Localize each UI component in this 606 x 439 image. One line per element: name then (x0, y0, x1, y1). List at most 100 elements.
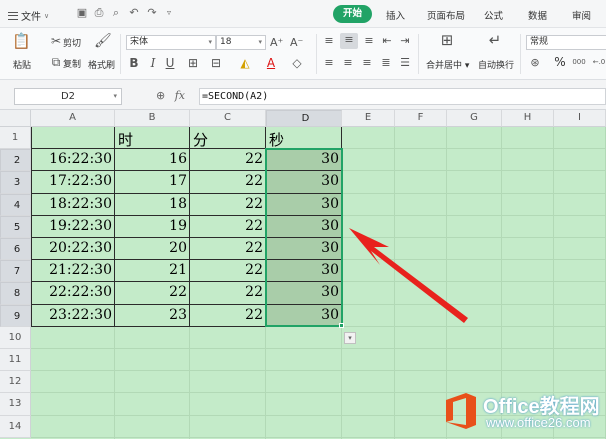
cell-c5[interactable]: 22 (190, 218, 266, 234)
row-header-9[interactable]: 9 (0, 304, 31, 327)
tab-page-layout[interactable]: 页面布局 (427, 8, 465, 22)
cell-a6[interactable]: 20:22:30 (31, 240, 115, 256)
row-header-8[interactable]: 8 (0, 282, 31, 305)
column-header-d[interactable]: D (266, 110, 342, 127)
column-header-h[interactable]: H (502, 110, 554, 127)
cell-c2[interactable]: 22 (190, 151, 266, 167)
copy-button[interactable]: 复制 (63, 57, 81, 70)
row-header-14[interactable]: 14 (0, 415, 31, 438)
paste-icon[interactable]: 📋 (12, 34, 31, 49)
align-bottom-icon[interactable]: ≡ (362, 34, 376, 48)
cell-b6[interactable]: 20 (115, 240, 190, 256)
column-header-i[interactable]: I (554, 110, 606, 127)
cell-a3[interactable]: 17:22:30 (31, 173, 115, 189)
cell-b9[interactable]: 23 (115, 307, 190, 323)
currency-icon[interactable]: ⊛ (528, 56, 542, 70)
cell-a2[interactable]: 16:22:30 (31, 151, 115, 167)
cell-style-icon[interactable]: ⊟ (209, 56, 223, 70)
increase-decimal-icon[interactable]: ←.0 (592, 55, 606, 69)
row-header-4[interactable]: 4 (0, 193, 31, 216)
cell-c7[interactable]: 22 (190, 262, 266, 278)
format-painter-button[interactable]: 格式刷 (88, 58, 115, 71)
wrap-text-icon[interactable]: ↵ (485, 33, 505, 48)
cell-b4[interactable]: 18 (115, 196, 190, 212)
percent-button[interactable]: % (554, 55, 566, 69)
cell-a5[interactable]: 19:22:30 (31, 218, 115, 234)
row-header-7[interactable]: 7 (0, 260, 31, 283)
fill-color-icon[interactable]: ◭ (238, 56, 252, 70)
cell-a4[interactable]: 18:22:30 (31, 196, 115, 212)
column-header-e[interactable]: E (342, 110, 395, 127)
tab-review[interactable]: 审阅 (572, 8, 591, 22)
borders-icon[interactable]: ⊞ (186, 56, 200, 70)
row-header-6[interactable]: 6 (0, 238, 31, 261)
row-header-13[interactable]: 13 (0, 393, 31, 416)
bold-icon[interactable]: B (129, 56, 139, 70)
underline-icon[interactable]: U (165, 56, 175, 70)
row-header-2[interactable]: 2 (0, 149, 31, 172)
merge-center-button[interactable]: 合并居中 ▾ (426, 58, 469, 71)
fill-handle[interactable] (339, 322, 344, 328)
row-header-1[interactable]: 1 (0, 127, 31, 150)
increase-font-icon[interactable]: A⁺ (270, 36, 283, 50)
name-box[interactable]: D2 ▾ (14, 88, 122, 105)
cell-c4[interactable]: 22 (190, 196, 266, 212)
select-all-corner[interactable] (0, 110, 31, 127)
cell-c9[interactable]: 22 (190, 307, 266, 323)
font-color-icon[interactable]: A (264, 56, 278, 70)
outdent-icon[interactable]: ⇤ (380, 34, 394, 48)
cell-c3[interactable]: 22 (190, 173, 266, 189)
font-size-select[interactable]: 18 ▾ (216, 35, 266, 50)
merge-center-icon[interactable]: ⊞ (437, 33, 457, 48)
format-painter-icon[interactable]: 🖌 (94, 34, 112, 48)
row-header-5[interactable]: 5 (0, 215, 31, 238)
paste-button[interactable]: 粘贴 (13, 58, 31, 71)
cell-b2[interactable]: 16 (115, 151, 190, 167)
column-header-b[interactable]: B (115, 110, 190, 127)
tab-data[interactable]: 数据 (528, 8, 547, 22)
decrease-font-icon[interactable]: A⁻ (290, 36, 303, 50)
header-cell-d[interactable]: 秒 (266, 129, 342, 150)
autofill-options-button[interactable]: ▾ (344, 331, 356, 344)
row-header-3[interactable]: 3 (0, 171, 31, 194)
column-header-a[interactable]: A (31, 110, 115, 127)
header-cell-b[interactable]: 时 (115, 129, 190, 150)
number-format-select[interactable]: 常规 (526, 35, 606, 50)
print-preview-icon[interactable]: ⌕ (110, 7, 122, 19)
column-header-c[interactable]: C (190, 110, 266, 127)
header-cell-c[interactable]: 分 (190, 129, 266, 150)
row-header-10[interactable]: 10 (0, 326, 31, 349)
cell-a9[interactable]: 23:22:30 (31, 307, 115, 323)
insert-function-button[interactable]: fx (175, 89, 185, 102)
save-icon[interactable]: ▣ (76, 7, 88, 19)
cell-c8[interactable]: 22 (190, 284, 266, 300)
cell-a8[interactable]: 22:22:30 (31, 284, 115, 300)
zoom-formula-icon[interactable]: ⊕ (156, 89, 165, 102)
undo-icon[interactable]: ↶ (128, 7, 140, 19)
cell-b3[interactable]: 17 (115, 173, 190, 189)
indent-icon[interactable]: ⇥ (398, 34, 412, 48)
column-header-f[interactable]: F (395, 110, 447, 127)
copy-icon[interactable]: ⧉ (50, 55, 62, 69)
justify-icon[interactable]: ≣ (379, 56, 393, 70)
customize-toolbar-icon[interactable]: ▿ (163, 7, 175, 19)
clear-format-icon[interactable]: ◇ (290, 56, 304, 70)
formula-input[interactable]: =SECOND(A2) (199, 88, 606, 105)
scissors-icon[interactable]: ✂ (50, 34, 62, 48)
align-right-icon[interactable]: ≡ (360, 56, 374, 70)
cell-b5[interactable]: 19 (115, 218, 190, 234)
wrap-text-button[interactable]: 自动换行 (478, 58, 514, 71)
italic-icon[interactable]: I (148, 56, 158, 70)
tab-formulas[interactable]: 公式 (484, 8, 503, 22)
row-header-11[interactable]: 11 (0, 349, 31, 372)
thousands-separator-icon[interactable]: 000 (572, 55, 586, 69)
cell-c6[interactable]: 22 (190, 240, 266, 256)
cell-a7[interactable]: 21:22:30 (31, 262, 115, 278)
print-icon[interactable]: ⎙ (93, 7, 105, 19)
column-header-g[interactable]: G (447, 110, 502, 127)
redo-icon[interactable]: ↷ (146, 7, 158, 19)
align-top-icon[interactable]: ≡ (322, 34, 336, 48)
cell-b8[interactable]: 22 (115, 284, 190, 300)
distributed-icon[interactable]: ☰ (398, 56, 412, 70)
align-center-icon[interactable]: ≡ (341, 56, 355, 70)
